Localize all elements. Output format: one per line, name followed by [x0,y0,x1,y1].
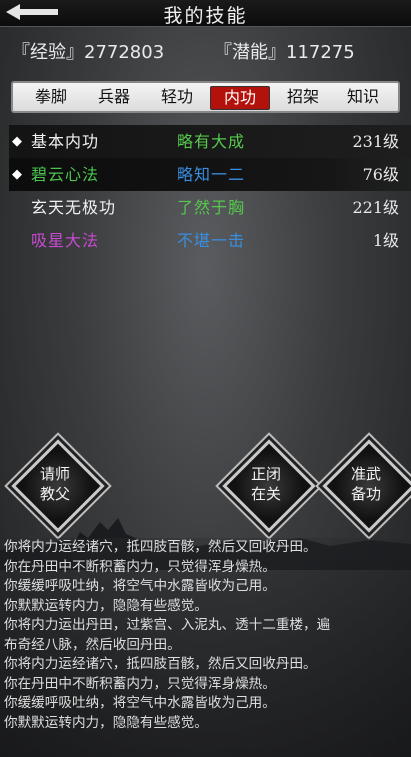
skill-row[interactable]: ◆ 基本内功 略有大成 231级 [9,125,411,158]
exp-value: 『经验』2772803 [12,42,165,63]
log-line: 布奇经八脉，然后收回丹田。 [4,636,181,653]
message-log[interactable]: 你将内力运经诸穴，抵四肢百骸，然后又回收丹田。 你在丹田中不断积蓄内力，只觉得浑… [0,538,411,757]
request-teacher-text: 请师 教父 [39,465,70,503]
enabled-diamond-icon: ◆ [12,134,22,149]
closed-door-text: 正闭 在关 [250,465,281,503]
title-bar: 我的技能 [0,0,411,27]
tab-parry[interactable]: 招架 [279,86,327,108]
skill-list: ◆ 基本内功 略有大成 231级 ◆ 碧云心法 略知一二 76级 玄天无极功 了… [9,125,411,257]
log-line: 你将内力运经诸穴，抵四肢百骸，然后又回收丹田。 [4,656,317,672]
skill-level: 略有大成 [177,132,246,151]
log-line: 你缓缓呼吸吐纳，将空气中水露皆收为己用。 [4,695,276,711]
potential-value: 『潜能』117275 [214,42,355,63]
tab-fist[interactable]: 拳脚 [27,86,75,108]
skill-tabs: 拳脚 兵器 轻功 内功 招架 知识 [11,81,400,113]
closed-door-button[interactable]: 正闭 在关 [222,439,316,533]
log-line: 你在丹田中不断积蓄内力，只觉得浑身燥热。 [4,558,276,575]
request-teacher-label: 请师 教父 [12,464,98,504]
log-line: 你在丹田中不断积蓄内力，只觉得浑身燥热。 [4,675,276,692]
prepare-skill-label: 准武 备功 [323,464,409,504]
stats-bar: 『经验』2772803 『潜能』117275 [0,28,411,70]
skill-name: 玄天无极功 [31,198,117,217]
skill-grade: 1级 [372,231,399,250]
skill-name: 吸星大法 [31,231,100,250]
skill-level: 不堪一击 [177,231,246,250]
enabled-diamond-icon: ◆ [12,167,22,182]
skill-grade: 76级 [362,165,399,184]
log-line: 你默默运转内力，隐隐有些感觉。 [4,714,208,731]
skill-level: 了然于胸 [177,198,246,217]
tab-knowledge[interactable]: 知识 [339,86,387,108]
skill-level: 略知一二 [177,165,246,184]
action-bar: 请师 教父 正闭 在关 准武 备功 [0,439,411,540]
closed-door-label: 正闭 在关 [223,464,309,504]
log-line: 你将内力运经诸穴，抵四肢百骸，然后又回收丹田。 [4,539,317,555]
request-teacher-button[interactable]: 请师 教父 [11,439,105,533]
prepare-skill-text: 准武 备功 [350,465,381,503]
skill-name: 碧云心法 [31,165,100,184]
skill-row[interactable]: ◆ 碧云心法 略知一二 76级 [9,158,411,191]
log-line: 你默默运转内力，隐隐有些感觉。 [4,597,208,614]
skill-grade: 231级 [352,132,399,151]
skill-grade: 221级 [352,198,399,217]
skill-row[interactable]: 玄天无极功 了然于胸 221级 [9,191,411,224]
log-line: 你将内力运出丹田，过紫宫、入泥丸、透十二重楼，遍 [4,617,331,633]
page-title: 我的技能 [163,5,248,27]
tab-lightness[interactable]: 轻功 [153,86,201,108]
tab-weapon[interactable]: 兵器 [90,86,138,108]
prepare-skill-button[interactable]: 准武 备功 [322,439,411,533]
skill-name: 基本内功 [31,132,100,151]
skill-row[interactable]: 吸星大法 不堪一击 1级 [9,224,411,257]
log-line: 你缓缓呼吸吐纳，将空气中水露皆收为己用。 [4,578,276,594]
tab-internal[interactable]: 内功 [210,86,270,110]
